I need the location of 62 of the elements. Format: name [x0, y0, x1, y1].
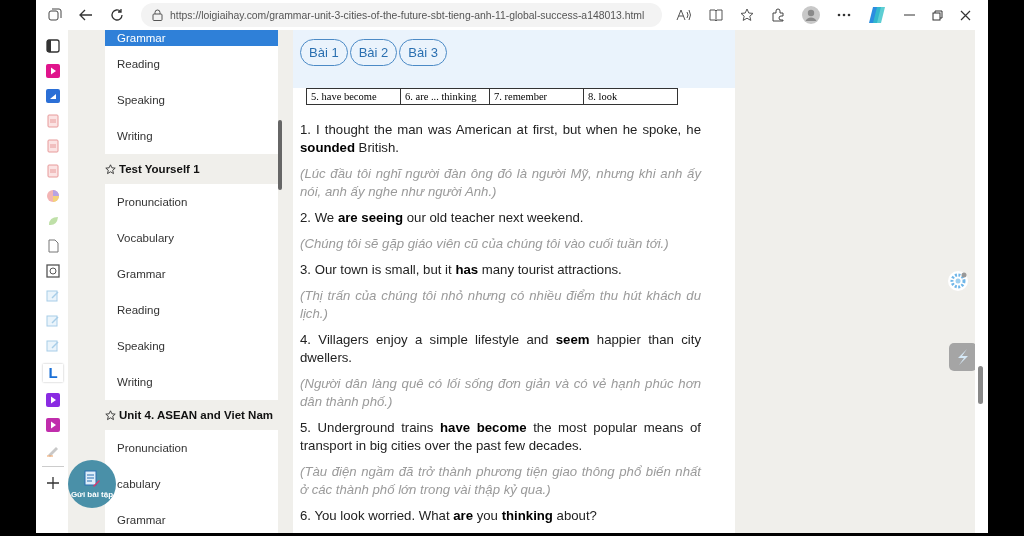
- file-icon[interactable]: [46, 239, 60, 253]
- play-icon[interactable]: [46, 393, 60, 407]
- menu-item[interactable]: Grammar: [105, 30, 278, 46]
- submit-homework-button[interactable]: Gửi bài tập: [68, 460, 116, 508]
- profile-icon[interactable]: [802, 6, 821, 24]
- menu-item[interactable]: cabulary: [117, 466, 278, 502]
- reader-icon[interactable]: [709, 8, 723, 22]
- back-icon[interactable]: [79, 8, 93, 22]
- menu-item[interactable]: Grammar: [117, 502, 278, 533]
- exercise-sentence: 2. We are seeing our old teacher next weekend.: [300, 209, 585, 227]
- app-letter[interactable]: L: [43, 364, 63, 382]
- exercise-sentence: 5. Underground trains have become the most popular means of transport in big cities over the past few decades.: [300, 419, 701, 455]
- refresh-icon[interactable]: [110, 8, 124, 22]
- menu-item[interactable]: Reading: [117, 292, 278, 328]
- scrollbar-thumb[interactable]: [978, 366, 983, 404]
- table-cell: 5. have become: [306, 88, 401, 105]
- more-icon[interactable]: [837, 13, 852, 17]
- address-bar[interactable]: https://loigiaihay.com/grammar-unit-3-cities-of-the-future-sbt-tieng-anh-11-global-success-a148013.html: [141, 3, 662, 27]
- read-aloud-icon[interactable]: [676, 8, 692, 22]
- url-text: https://loigiaihay.com/grammar-unit-3-cities-of-the-future-sbt-tieng-anh-11-global-success-a148013.html: [170, 9, 645, 21]
- menu-item[interactable]: Speaking: [117, 82, 278, 118]
- extensions-icon[interactable]: [771, 8, 786, 22]
- table-cell: 7. remember: [489, 88, 584, 105]
- menu-item[interactable]: Pronunciation: [117, 430, 278, 466]
- menu-item[interactable]: Reading: [117, 46, 278, 82]
- plus-icon[interactable]: [46, 476, 60, 490]
- menu-item[interactable]: Pronunciation: [117, 184, 278, 220]
- translation-text: (Thị trấn của chúng tôi nhỏ nhưng có nhiều điểm thu hút khách du lịch.): [300, 287, 701, 323]
- exercise-sentence: 1. I thought the man was American at first, but when he spoke, he sounded British.: [300, 121, 701, 157]
- copilot-icon[interactable]: [868, 6, 887, 24]
- panel-icon[interactable]: [46, 39, 60, 53]
- translation-text: (Người dân làng quê có lối sống đơn giản và có vẻ hạnh phúc hơn dân thành phố.): [300, 375, 701, 411]
- lightning-icon[interactable]: [949, 343, 977, 371]
- menu-item[interactable]: Vocabulary: [117, 220, 278, 256]
- pie-chart-icon[interactable]: [46, 189, 60, 203]
- tabs-icon[interactable]: [48, 8, 62, 22]
- menu-item[interactable]: Grammar: [117, 256, 278, 292]
- menu-item[interactable]: Speaking: [117, 328, 278, 364]
- image-icon[interactable]: [46, 264, 60, 278]
- translation-text: (Lúc đầu tôi nghĩ người đàn ông đó là người Mỹ, nhưng khi anh ấy nói, anh ấy nghe như người Anh.): [300, 165, 701, 201]
- close-icon[interactable]: [960, 9, 971, 21]
- menu-item[interactable]: Writing: [117, 364, 278, 400]
- table-cell: 6. are ... thinking: [400, 88, 490, 105]
- exercise-sentence: 3. Our town is small, but it has many tourist attractions.: [300, 261, 623, 279]
- star-icon: [105, 409, 116, 421]
- lock-icon: [152, 9, 163, 21]
- translation-text: (Tàu điện ngầm đã trở thành phương tiện giao thông phổ biến nhất ở các thành phố lớn trong vài thập kỷ qua.): [300, 463, 701, 499]
- exercise-sentence: 6. You look worried. What are you thinking about?: [300, 507, 598, 525]
- table-cell: 8. look: [583, 88, 678, 105]
- image-icon[interactable]: [46, 89, 60, 103]
- play-icon[interactable]: [46, 64, 60, 78]
- play-icon[interactable]: [46, 418, 60, 432]
- translation-text: (Chúng tôi sẽ gặp giáo viên cũ của chúng tôi vào cuối tuần tới.): [300, 235, 670, 253]
- menu-item[interactable]: Writing: [117, 118, 278, 154]
- exercise-sentence: 4. Villagers enjoy a simple lifestyle and seem happier than city dwellers.: [300, 331, 701, 367]
- scrollbar-thumb[interactable]: [278, 120, 282, 190]
- document-icon: [84, 469, 100, 488]
- restore-icon[interactable]: [932, 9, 943, 21]
- star-icon: [105, 163, 116, 175]
- section-title: Unit 4. ASEAN and Viet Nam: [119, 409, 273, 421]
- section-title: Test Yourself 1: [119, 163, 200, 175]
- star-icon[interactable]: [740, 8, 754, 22]
